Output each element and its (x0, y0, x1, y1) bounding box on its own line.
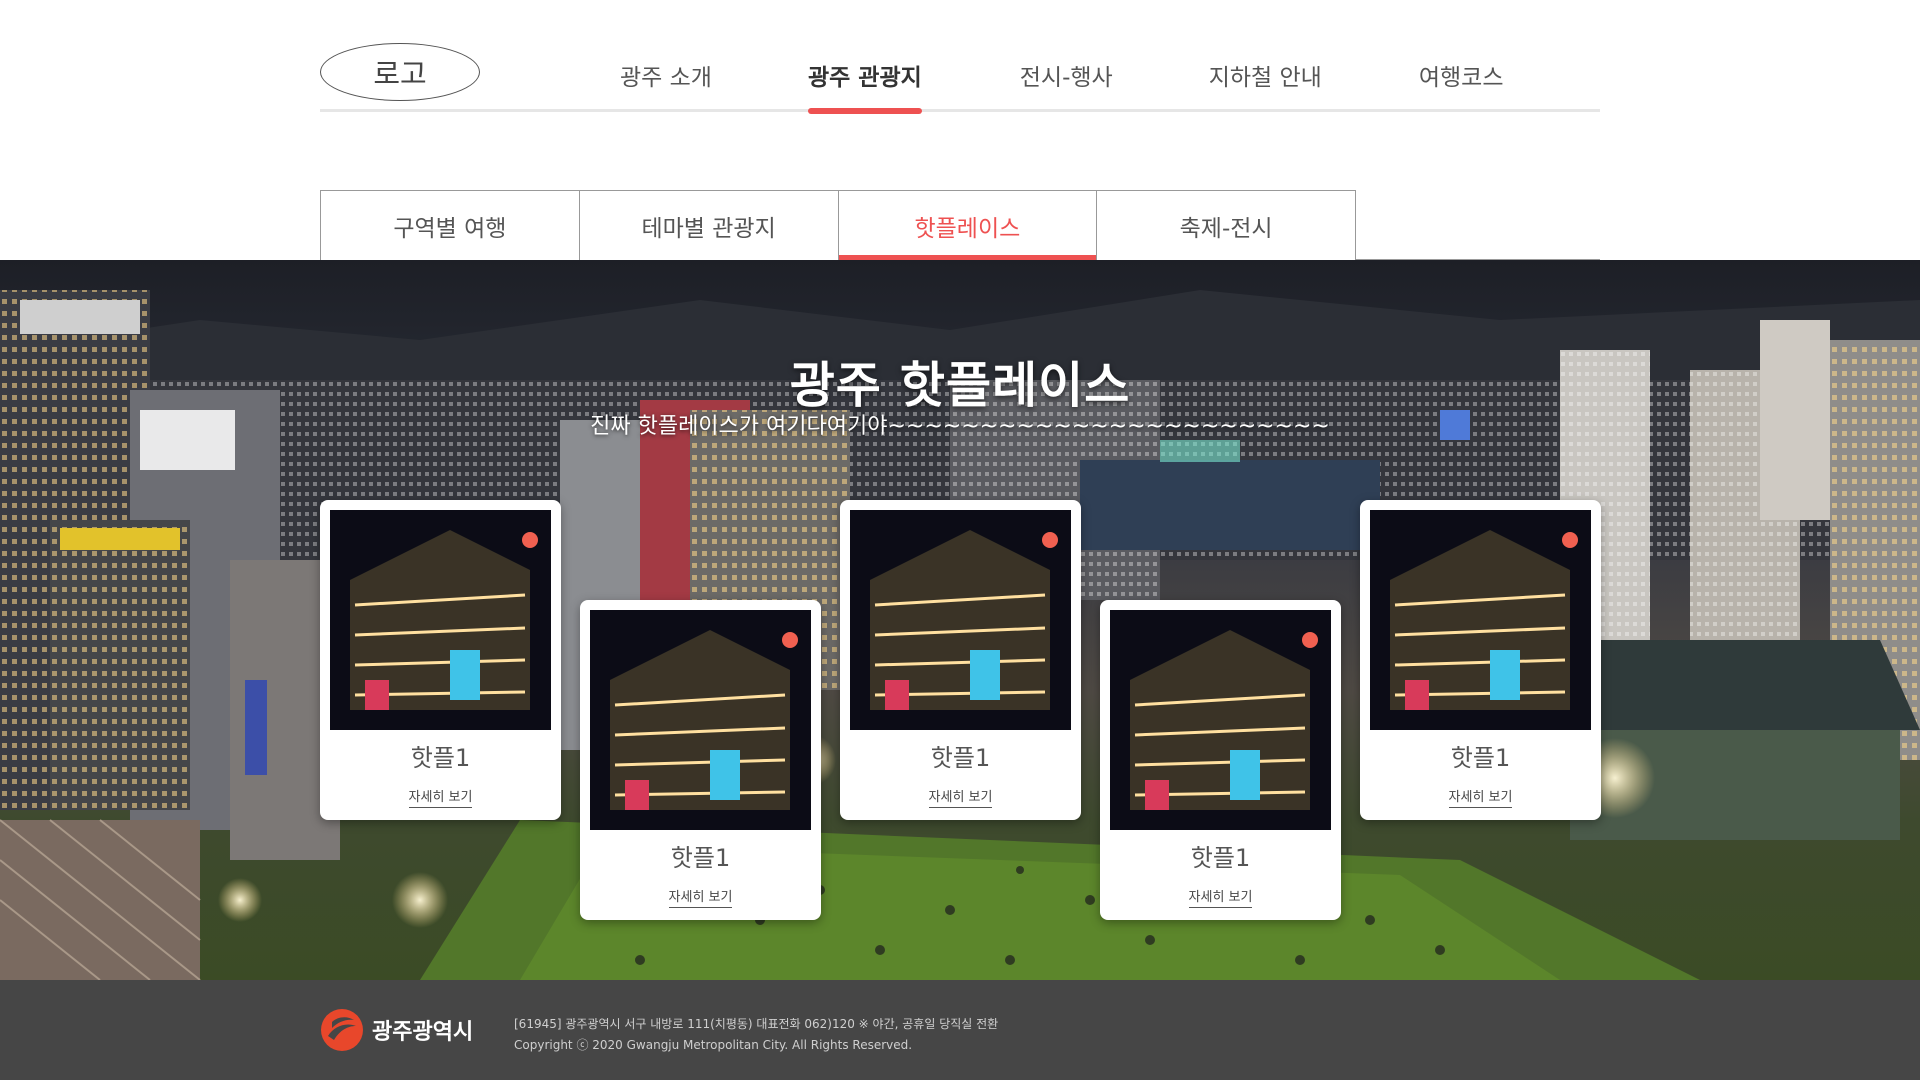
hotplace-card[interactable]: 핫플1 자세히 보기 (1360, 500, 1601, 820)
hotplace-name: 핫플1 (930, 744, 991, 772)
site-header: 로고 광주 소개 광주 관광지 전시-행사 지하철 안내 여행코스 (320, 0, 1600, 114)
hotplace-card[interactable]: 핫플1 자세히 보기 (1100, 600, 1341, 920)
nav-item-exhibitions[interactable]: 전시-행사 (1020, 58, 1113, 112)
hotplace-photo (850, 510, 1071, 730)
details-link[interactable]: 자세히 보기 (580, 886, 821, 908)
nav-item-subway[interactable]: 지하철 안내 (1209, 58, 1322, 112)
building-image (1110, 610, 1331, 830)
hotplace-card[interactable]: 핫플1 자세히 보기 (840, 500, 1081, 820)
footer-copyright: Copyright ⓒ 2020 Gwangju Metropolitan Ci… (514, 1038, 913, 1052)
nav-item-attractions[interactable]: 광주 관광지 (807, 58, 922, 114)
tab-festival-exhibition[interactable]: 축제-전시 (1097, 191, 1355, 260)
building-image (590, 610, 811, 830)
main-nav: 광주 소개 광주 관광지 전시-행사 지하철 안내 여행코스 (620, 58, 1504, 114)
building-image (330, 510, 551, 730)
nav-item-intro[interactable]: 광주 소개 (620, 58, 712, 112)
details-link[interactable]: 자세히 보기 (840, 786, 1081, 808)
site-logo[interactable]: 로고 (320, 43, 480, 101)
footer-org-name: 광주광역시 (372, 1020, 474, 1045)
details-link[interactable]: 자세히 보기 (320, 786, 561, 808)
site-footer: 광주광역시 [61945] 광주광역시 서구 내방로 111(치평동) 대표전화… (0, 980, 1920, 1080)
footer-address: [61945] 광주광역시 서구 내방로 111(치평동) 대표전화 062)1… (514, 1017, 999, 1031)
hotplace-card[interactable]: 핫플1 자세히 보기 (320, 500, 561, 820)
sub-tabs: 구역별 여행 테마별 관광지 핫플레이스 축제-전시 (320, 190, 1356, 260)
hotplace-name: 핫플1 (670, 844, 731, 872)
tab-hotplace[interactable]: 핫플레이스 (838, 191, 1098, 260)
details-link[interactable]: 자세히 보기 (1100, 886, 1341, 908)
hotplace-card[interactable]: 핫플1 자세히 보기 (580, 600, 821, 920)
hotplace-photo (330, 510, 551, 730)
footer-logo[interactable]: 광주광역시 (320, 1008, 473, 1052)
building-image (850, 510, 1071, 730)
hotplace-photo (1370, 510, 1591, 730)
tab-theme-attractions[interactable]: 테마별 관광지 (580, 191, 839, 260)
gwangju-emblem-icon (321, 1009, 363, 1051)
building-image (1370, 510, 1591, 730)
hero-subtitle: 진짜 핫플레이스가 여기다여기야~~~~~~~~~~~~~~~~~~~~~~~~ (590, 414, 1330, 439)
hero-title: 광주 핫플레이스 (789, 357, 1131, 414)
hotplace-name: 핫플1 (410, 744, 471, 772)
nav-item-travel-course[interactable]: 여행코스 (1419, 58, 1504, 112)
hotplace-name: 핫플1 (1190, 844, 1251, 872)
tab-region-travel[interactable]: 구역별 여행 (321, 191, 580, 260)
footer-info: [61945] 광주광역시 서구 내방로 111(치평동) 대표전화 062)1… (514, 1014, 998, 1056)
hotplace-name: 핫플1 (1450, 744, 1511, 772)
hotplace-photo (1110, 610, 1331, 830)
hotplace-photo (590, 610, 811, 830)
details-link[interactable]: 자세히 보기 (1360, 786, 1601, 808)
